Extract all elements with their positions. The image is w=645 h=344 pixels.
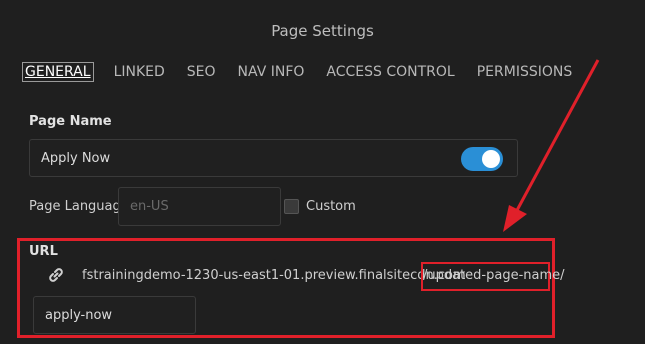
arrow-head: [503, 205, 527, 232]
annotation-arrow: [503, 59, 600, 232]
arrow-line: [513, 59, 600, 215]
